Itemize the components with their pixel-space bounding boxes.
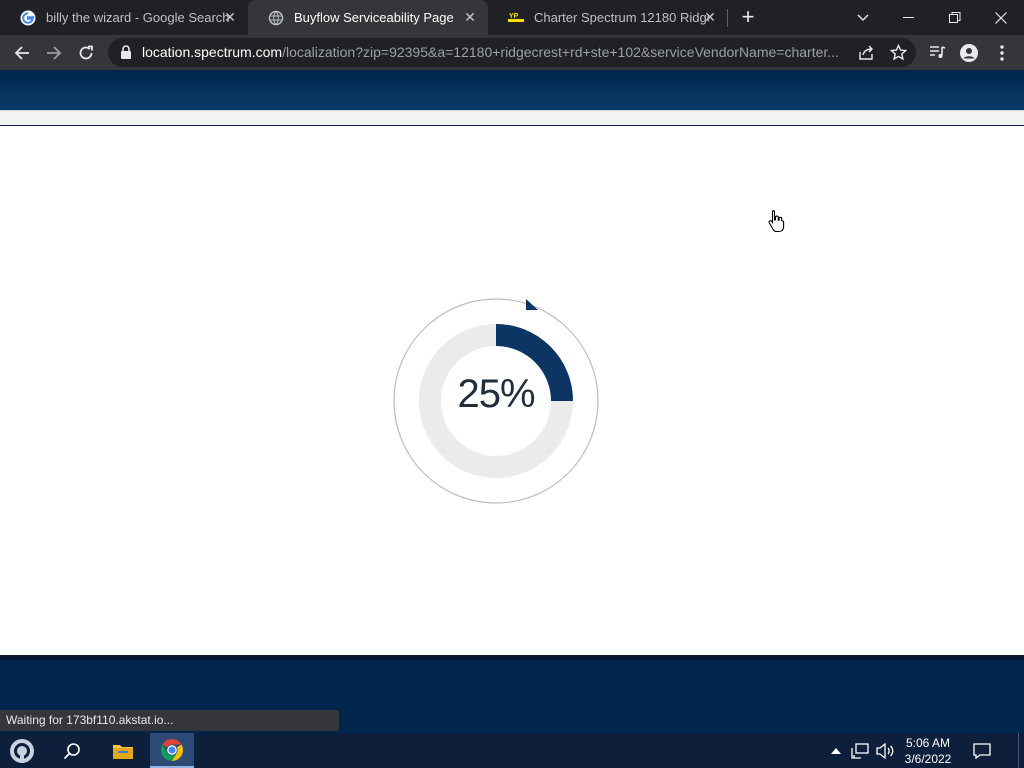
kebab-menu-icon xyxy=(1000,44,1004,61)
site-header xyxy=(0,70,1024,110)
folder-icon xyxy=(113,744,133,759)
search-icon xyxy=(63,742,80,759)
browser-menu-button[interactable] xyxy=(987,35,1017,70)
status-bubble: Waiting for 173bf110.akstat.io... xyxy=(0,710,339,731)
lock-icon[interactable] xyxy=(120,45,132,65)
forward-button[interactable] xyxy=(39,35,69,70)
address-bar[interactable]: location.spectrum.com/localization?zip=9… xyxy=(108,38,916,67)
bookmark-star-icon[interactable] xyxy=(889,43,908,66)
start-button[interactable] xyxy=(0,733,44,768)
close-tab-icon[interactable]: ✕ xyxy=(222,9,238,25)
speaker-icon xyxy=(876,742,894,759)
browser-toolbar: location.spectrum.com/localization?zip=9… xyxy=(0,35,1024,70)
forward-arrow-icon xyxy=(47,45,62,60)
action-center-icon xyxy=(973,742,991,759)
tab-charter-spectrum[interactable]: YP Charter Spectrum 12180 Ridgecr ✕ xyxy=(488,0,728,35)
progress-percentage: 25% xyxy=(457,372,535,416)
clock-date: 3/6/2022 xyxy=(904,752,952,766)
network-icon xyxy=(851,742,869,759)
url-text[interactable]: location.spectrum.com/localization?zip=9… xyxy=(142,38,852,67)
notifications-button[interactable] xyxy=(966,733,998,768)
yellowpages-icon: YP xyxy=(508,10,524,26)
clock-time: 5:06 AM xyxy=(905,736,951,750)
chrome-icon xyxy=(161,738,183,761)
svg-text:YP: YP xyxy=(509,13,519,20)
url-host: location.spectrum.com xyxy=(142,44,283,60)
playlist-music-icon xyxy=(929,46,945,58)
google-g-icon xyxy=(20,10,36,26)
tab-buyflow-serviceability[interactable]: Buyflow Serviceability Page ✕ xyxy=(248,0,488,35)
back-button[interactable] xyxy=(7,35,37,70)
tab-title: Buyflow Serviceability Page xyxy=(294,10,454,25)
restore-button[interactable] xyxy=(932,0,978,35)
tab-strip: billy the wizard - Google Search ✕ Buyfl… xyxy=(0,0,1024,35)
reload-button[interactable] xyxy=(71,35,101,70)
tab-google-search[interactable]: billy the wizard - Google Search ✕ xyxy=(0,0,248,35)
volume-button[interactable] xyxy=(873,733,897,768)
taskbar: 5:06 AM 3/6/2022 xyxy=(0,733,1024,768)
profile-button[interactable] xyxy=(954,35,984,70)
globe-icon xyxy=(268,10,284,26)
network-button[interactable] xyxy=(848,733,872,768)
close-window-button[interactable] xyxy=(978,0,1024,35)
tab-title: billy the wizard - Google Search xyxy=(46,10,230,25)
close-tab-icon[interactable]: ✕ xyxy=(702,9,718,25)
url-path: /localization?zip=92395&a=12180+ridgecre… xyxy=(282,44,839,60)
close-tab-icon[interactable]: ✕ xyxy=(462,9,478,25)
taskbar-clock[interactable]: 5:06 AM 3/6/2022 xyxy=(900,733,956,768)
tab-separator xyxy=(727,9,728,27)
person-icon xyxy=(960,43,978,62)
reload-icon xyxy=(79,45,93,59)
show-desktop-button[interactable] xyxy=(1018,733,1024,768)
spinner-indicator-icon xyxy=(526,299,538,310)
search-button[interactable] xyxy=(52,733,92,768)
show-hidden-icons-button[interactable] xyxy=(826,733,846,768)
new-tab-button[interactable]: + xyxy=(737,6,759,29)
chevron-up-icon xyxy=(831,747,841,754)
media-control-button[interactable] xyxy=(922,35,952,70)
chrome-taskbar-button[interactable] xyxy=(150,733,194,768)
back-arrow-icon xyxy=(14,45,29,60)
tab-title: Charter Spectrum 12180 Ridgecr xyxy=(534,10,709,25)
share-icon[interactable] xyxy=(858,44,875,66)
sub-header-bar xyxy=(0,110,1024,126)
file-explorer-button[interactable] xyxy=(102,733,144,768)
hand-cursor-icon xyxy=(768,209,785,233)
minimize-button[interactable] xyxy=(886,0,932,35)
start-orb-icon xyxy=(10,738,34,763)
tab-search-button[interactable] xyxy=(840,0,886,35)
